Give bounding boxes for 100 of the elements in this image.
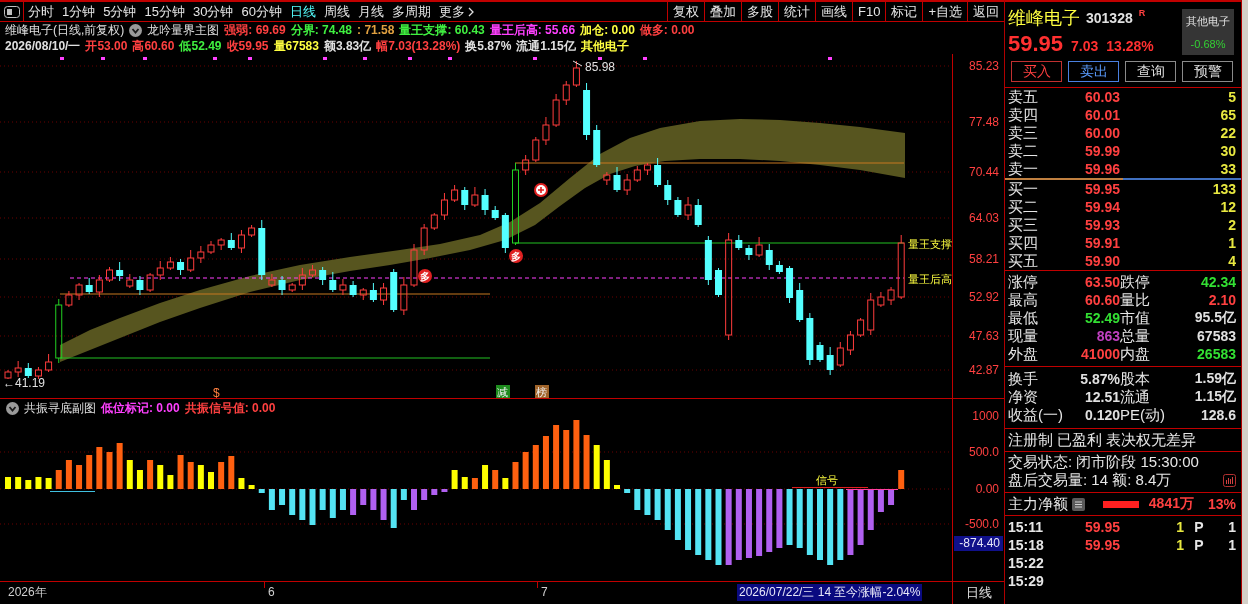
order-price: 59.96 bbox=[1083, 161, 1120, 177]
date-label: 2026年 bbox=[8, 585, 47, 599]
indicator-name[interactable]: 共振寻底副图 bbox=[24, 399, 96, 417]
rising-candlestick bbox=[207, 240, 215, 255]
falling-candlestick bbox=[85, 277, 93, 295]
period-tab[interactable]: 周线 bbox=[319, 2, 354, 21]
positive-histogram-bar bbox=[15, 477, 22, 489]
order-volume: 33 bbox=[1219, 161, 1236, 177]
order-volume: 2 bbox=[1227, 217, 1236, 233]
indicator-value: 加仓: 0.00 bbox=[580, 21, 635, 39]
more-menu-button[interactable]: 更多 bbox=[434, 2, 478, 21]
quote-value: 开53.00 bbox=[85, 37, 128, 55]
rising-candlestick bbox=[603, 171, 611, 186]
order-volume: 133 bbox=[1211, 181, 1236, 197]
signal-mark bbox=[448, 57, 452, 60]
rising-candlestick bbox=[95, 274, 103, 298]
trade-time: 15:22 bbox=[1008, 555, 1045, 571]
trading-status: 交易状态: 闭市阶段 15:30:00 bbox=[1008, 453, 1200, 471]
quote-value: 额3.83亿 bbox=[323, 37, 372, 55]
period-tab[interactable]: 分时 bbox=[24, 2, 58, 21]
rising-candlestick bbox=[471, 186, 479, 208]
period-tab[interactable]: 30分钟 bbox=[188, 2, 238, 21]
sector-box[interactable]: 其他电子 -0.68% bbox=[1182, 9, 1234, 55]
toolbar-button[interactable]: 叠加 bbox=[704, 2, 741, 21]
period-tab[interactable]: 15分钟 bbox=[140, 2, 189, 21]
rising-candlestick bbox=[268, 273, 276, 288]
rising-candlestick bbox=[836, 341, 844, 368]
indicator-value: 低位标记: 0.00 bbox=[101, 399, 180, 417]
falling-candlestick bbox=[278, 275, 286, 296]
period-tab[interactable]: 多周期 bbox=[387, 2, 435, 21]
toolbar-button[interactable]: 统计 bbox=[778, 2, 815, 21]
falling-candlestick bbox=[816, 341, 824, 363]
stat-label: 换手 bbox=[1008, 370, 1039, 388]
rising-candlestick bbox=[522, 154, 530, 176]
negative-histogram-bar bbox=[360, 489, 367, 505]
negative-histogram-bar bbox=[279, 489, 286, 505]
positive-histogram-bar bbox=[35, 477, 42, 489]
negative-histogram-bar bbox=[695, 489, 702, 555]
event-marker: $ bbox=[213, 386, 220, 398]
falling-candlestick bbox=[390, 268, 398, 313]
price-tick: 77.48 bbox=[968, 115, 999, 129]
toolbar-button[interactable]: 标记 bbox=[885, 2, 923, 21]
signal-mark bbox=[533, 57, 537, 60]
falling-candlestick bbox=[258, 219, 266, 281]
price-tick: 52.92 bbox=[968, 290, 999, 304]
toolbar-button[interactable]: 复权 bbox=[667, 2, 704, 21]
net-flow-label: 主力净额 bbox=[1008, 495, 1068, 513]
signal-mark bbox=[143, 57, 147, 60]
negative-histogram-bar bbox=[634, 489, 641, 510]
falling-candlestick bbox=[745, 244, 753, 261]
positive-histogram-bar bbox=[106, 452, 113, 489]
stat-label: 收益(一) bbox=[1008, 406, 1064, 424]
signal-mark bbox=[643, 57, 647, 60]
negative-histogram-bar bbox=[319, 489, 326, 510]
chevron-down-icon[interactable] bbox=[6, 401, 19, 415]
positive-histogram-bar bbox=[492, 470, 499, 489]
list-icon[interactable] bbox=[1072, 497, 1085, 511]
signal-mark bbox=[598, 57, 602, 60]
toolbar-button[interactable]: +自选 bbox=[922, 2, 967, 21]
indicator-name[interactable]: 龙吟量界主图 bbox=[147, 21, 220, 39]
long-signal-marker: 多 bbox=[418, 269, 432, 283]
period-tab[interactable]: 日线 bbox=[285, 2, 320, 21]
order-level-label: 卖四 bbox=[1008, 106, 1039, 124]
rising-candlestick bbox=[45, 353, 53, 373]
negative-histogram-bar bbox=[685, 489, 692, 550]
stock-code: 301328 bbox=[1086, 9, 1133, 28]
trade-button[interactable]: 预警 bbox=[1182, 61, 1233, 82]
toolbar-button[interactable]: 画线 bbox=[815, 2, 852, 21]
positive-histogram-bar bbox=[177, 455, 184, 489]
chevron-down-icon[interactable] bbox=[129, 23, 143, 37]
positive-histogram-bar bbox=[482, 465, 489, 489]
period-tab[interactable]: 60分钟 bbox=[237, 2, 286, 21]
stat-value: 5.87% bbox=[1079, 371, 1120, 387]
falling-candlestick bbox=[319, 266, 327, 286]
order-level-label: 卖二 bbox=[1008, 142, 1039, 160]
period-tab[interactable]: 月线 bbox=[353, 2, 388, 21]
indicator-value: 分界: 74.48 bbox=[290, 21, 353, 39]
period-tab[interactable]: 5分钟 bbox=[99, 2, 141, 21]
period-tab[interactable]: 1分钟 bbox=[58, 2, 100, 21]
trade-button[interactable]: 卖出 bbox=[1068, 61, 1119, 82]
toolbar-button[interactable]: 多股 bbox=[741, 2, 778, 21]
rising-candlestick bbox=[106, 266, 113, 283]
toolbar-button[interactable]: F10 bbox=[852, 2, 886, 21]
signal-mark bbox=[408, 57, 412, 60]
negative-histogram-bar bbox=[745, 489, 752, 558]
falling-candlestick bbox=[501, 212, 509, 254]
rising-candlestick bbox=[288, 282, 296, 293]
trade-button[interactable]: 买入 bbox=[1011, 61, 1062, 82]
rising-candlestick bbox=[75, 282, 83, 301]
bar-chart-icon[interactable] bbox=[1223, 473, 1236, 487]
value-tick: 500.0 bbox=[968, 445, 999, 459]
panel-toggle-icon[interactable] bbox=[3, 5, 20, 18]
trade-button[interactable]: 查询 bbox=[1125, 61, 1176, 82]
trade-count: 1 bbox=[1227, 519, 1236, 535]
cursor-date-label: 2026/07/22/三 14 至今涨幅-2.04% bbox=[737, 584, 923, 601]
rising-candlestick bbox=[298, 267, 306, 291]
stat-label: 最高 bbox=[1008, 291, 1039, 309]
quote-value: 幅7.03(13.28%) bbox=[376, 37, 461, 55]
current-value-label: -874.40 bbox=[954, 536, 1003, 551]
stat-value: 2.10 bbox=[1207, 292, 1236, 308]
